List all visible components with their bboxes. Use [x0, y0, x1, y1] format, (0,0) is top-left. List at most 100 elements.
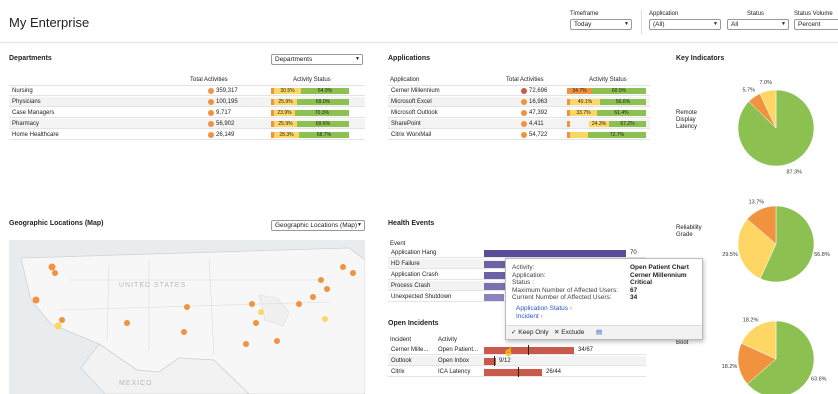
table-row[interactable]: Nursing 359,317 30.5% 64.9%	[9, 86, 365, 96]
filter-divider	[641, 10, 642, 34]
tooltip-key-current: Current Number of Affected Users:	[512, 294, 612, 301]
table-row[interactable]: Case Managers 9,717 23.9% 70.3%	[9, 108, 365, 118]
geo-dropdown[interactable]: Geographic Locations (Map) ▼	[271, 220, 365, 231]
status-bar-orange	[567, 121, 570, 127]
header-divider	[0, 42, 838, 43]
timeframe-select[interactable]: Today ▼	[570, 19, 632, 30]
table-row[interactable]: SharePoint 4,411 24.3% 67.2%	[388, 119, 650, 129]
chevron-down-icon: ▼	[355, 56, 360, 62]
chevron-down-icon: ▼	[713, 21, 718, 27]
tooltip-value-max: 67	[630, 286, 638, 294]
table-row[interactable]: Physicians 100,195 25.9% 69.0%	[9, 97, 365, 107]
view-data-icon[interactable]: ▤	[596, 329, 602, 337]
status-bar-green: 56.6%	[600, 99, 646, 105]
status-bar-orange: 34.7%	[567, 88, 592, 94]
timeframe-label: Timeframe	[570, 11, 599, 17]
status-bar-yellow: 25.9%	[274, 99, 297, 105]
application-name: SharePoint	[391, 121, 421, 127]
chevron-down-icon: ▼	[624, 21, 629, 27]
pie-slice-label: 29.5%	[722, 252, 738, 258]
departments-title: Departments	[9, 55, 52, 62]
health-events-header: Event	[390, 241, 406, 247]
table-row[interactable]: Home Healthcare 26,149 28.3% 68.7%	[9, 130, 365, 140]
status-bar-green: 60.9%	[592, 88, 646, 94]
table-row[interactable]: Cerner Mille... Open Patient... 34/67	[388, 345, 646, 355]
status-dot	[521, 88, 527, 94]
tooltip-action-bar: ✓ Keep Only ✕ Exclude ▤	[506, 325, 702, 339]
total-activities: 9,717	[216, 110, 232, 116]
page-title: My Enterprise	[9, 15, 90, 30]
status-dot	[208, 132, 214, 138]
status-bar-yellow: 33.7%	[570, 110, 597, 116]
departments-header-total: Total Activities	[190, 77, 228, 83]
event-name: Application Crash	[391, 272, 439, 278]
incident-name: Cerner Mille...	[391, 347, 429, 353]
status-volume-select[interactable]: Percent	[794, 19, 838, 30]
status-dot	[521, 121, 527, 127]
status-bar-yellow: 23.9%	[274, 110, 295, 116]
incident-activity: Open Inbox	[438, 358, 470, 364]
department-name: Case Managers	[12, 110, 55, 116]
chevron-down-icon: ▼	[781, 21, 786, 27]
total-activities: 54,722	[529, 132, 548, 138]
x-icon: ✕	[554, 329, 560, 336]
tooltip-panel: Activity: Open Patient Chart Application…	[505, 258, 703, 340]
geo-title: Geographic Locations (Map)	[9, 220, 104, 227]
table-row[interactable]: Application Hang 70	[388, 248, 646, 258]
incident-bar	[484, 347, 574, 354]
incident-target	[518, 367, 519, 377]
status-bar-green: 70.3%	[295, 110, 349, 116]
table-row[interactable]: Cerner Millennium 72,696 34.7% 60.9%	[388, 86, 650, 96]
event-name: Application Hang	[391, 250, 437, 256]
total-activities: 56,902	[216, 121, 235, 127]
application-name: Cerner Millennium	[391, 88, 440, 94]
tooltip-value-current: 34	[630, 294, 638, 301]
status-volume-value: Percent	[798, 21, 821, 28]
event-bar	[484, 283, 506, 290]
table-row[interactable]: Citrix ICA Latency 26/44	[388, 367, 646, 377]
key-indicator-pies: 87.3% 5.7% 7.0% 56.8% 29.5% 13.7% 63.6% 18.2% 18…	[722, 80, 830, 394]
table-row[interactable]: Pharmacy 56,902 25.9% 69.6%	[9, 119, 365, 129]
incident-activity: ICA Latency	[438, 369, 471, 375]
table-row[interactable]: Outlook Open Inbox 9/12	[388, 356, 646, 366]
incident-target	[528, 345, 529, 355]
cursor-hand-icon: ☝	[503, 346, 515, 356]
status-dot	[208, 110, 214, 116]
keep-only-button[interactable]: ✓ Keep Only	[511, 329, 549, 337]
incident-name: Citrix	[391, 369, 405, 375]
table-row[interactable]: Citrix WorxMail 54,722 72.7%	[388, 130, 650, 140]
tooltip-link-incident[interactable]: Incident ›	[516, 313, 543, 321]
open-incidents-title: Open Incidents	[388, 320, 439, 327]
pie-slice-label: 56.8%	[814, 252, 830, 258]
map-view[interactable]: UNITED STATES MEXICO	[9, 240, 365, 394]
department-name: Pharmacy	[12, 121, 40, 127]
pie-slice-label: 87.3%	[786, 169, 802, 175]
table-row[interactable]: Microsoft Excel 16,963 40.1% 56.6%	[388, 97, 650, 107]
status-bar-yellow: 30.5%	[274, 88, 301, 94]
tooltip-key-max: Maximum Number of Affected Users:	[512, 286, 619, 294]
status-volume-label: Status Volume	[794, 11, 833, 17]
total-activities: 47,392	[529, 110, 548, 116]
status-dot	[521, 110, 527, 116]
departments-dropdown[interactable]: Departments ▼	[271, 54, 363, 65]
total-activities: 100,195	[216, 99, 238, 105]
status-dot	[208, 88, 214, 94]
incident-value: 34/67	[578, 347, 594, 353]
check-icon: ✓	[511, 329, 517, 336]
tooltip-link-app-status[interactable]: Application Status ›	[516, 305, 572, 313]
exclude-button[interactable]: ✕ Exclude	[554, 329, 584, 337]
application-name: Citrix WorxMail	[391, 132, 432, 138]
incidents-header-activity: Activity	[438, 337, 458, 343]
total-activities: 4,411	[529, 121, 544, 127]
health-events-title: Health Events	[388, 220, 435, 227]
applications-header-app: Application	[390, 77, 420, 83]
status-bar-green: 64.9%	[301, 88, 349, 94]
status-dot	[521, 132, 527, 138]
pie-slice-label: 18.2%	[743, 317, 759, 323]
application-filter-select[interactable]: (All) ▼	[649, 19, 721, 30]
status-filter-select[interactable]: All ▼	[727, 19, 789, 30]
table-row[interactable]: Microsoft Outlook 47,392 33.7% 61.4%	[388, 108, 650, 118]
tooltip-key-activity: Activity:	[512, 264, 535, 271]
pie-slice-label: 5.7%	[742, 88, 755, 94]
status-bar-green: 69.6%	[297, 121, 349, 127]
